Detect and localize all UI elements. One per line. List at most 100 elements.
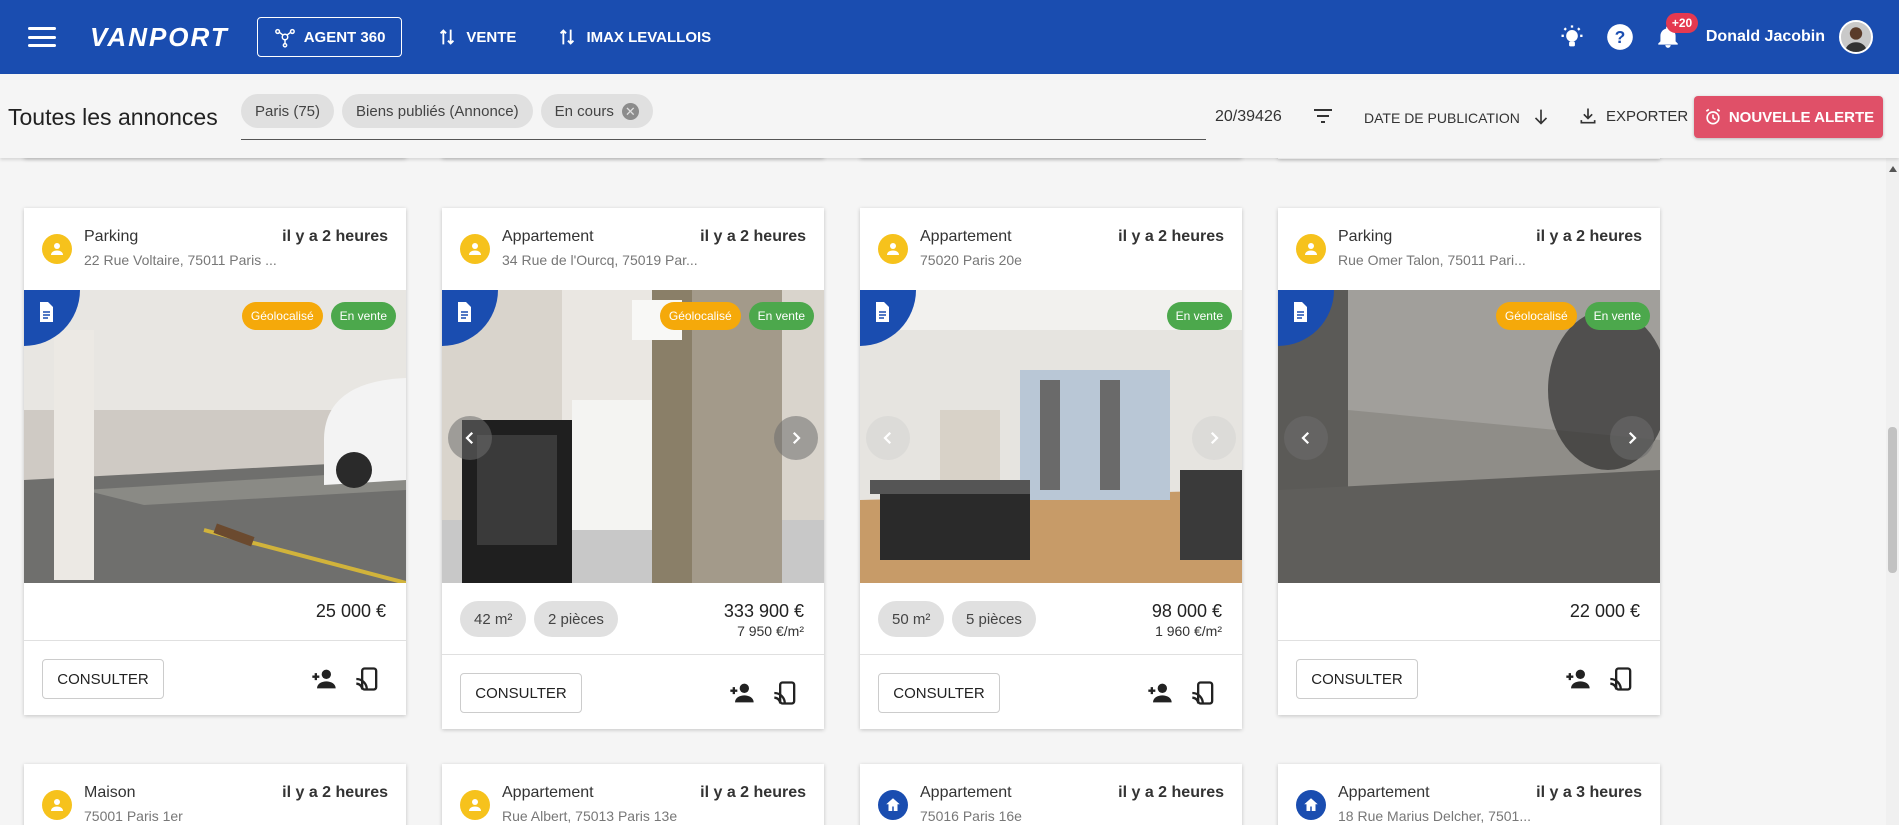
- carousel-prev-button[interactable]: [1284, 416, 1328, 460]
- cast-icon[interactable]: [1608, 665, 1636, 693]
- listing-type: Appartement: [920, 228, 1012, 245]
- document-icon[interactable]: [1288, 300, 1312, 324]
- cast-icon[interactable]: [1190, 679, 1218, 707]
- listing-time: il y a 2 heures: [1536, 228, 1642, 245]
- notification-badge: +20: [1665, 13, 1699, 33]
- nav-imax-levallois-button[interactable]: IMAX LEVALLOIS: [540, 17, 727, 57]
- home-icon: [878, 790, 908, 820]
- svg-text:?: ?: [1615, 27, 1626, 47]
- export-button[interactable]: EXPORTER: [1578, 106, 1688, 126]
- filter-chips-field[interactable]: Paris (75) Biens publiés (Annonce) En co…: [241, 94, 1206, 140]
- notifications-icon[interactable]: +20: [1654, 13, 1699, 51]
- scroll-up-icon[interactable]: [1889, 166, 1897, 172]
- listing-address: Rue Omer Talon, 75011 Pari...: [1338, 252, 1526, 268]
- parking-photo: [1278, 290, 1660, 583]
- listing-card[interactable]: Appartement 75020 Paris 20e il y a 2 heu…: [860, 208, 1242, 729]
- person-icon: [1296, 234, 1326, 264]
- listing-photo[interactable]: Géolocalisé En vente: [24, 290, 406, 583]
- listing-type: Appartement: [502, 228, 594, 245]
- geolocated-badge: Géolocalisé: [659, 302, 741, 330]
- document-icon[interactable]: [452, 300, 476, 324]
- person-icon: [42, 790, 72, 820]
- listing-card[interactable]: Maison 75001 Paris 1er il y a 2 heures: [24, 764, 406, 825]
- consult-button[interactable]: CONSULTER: [460, 673, 582, 713]
- listing-photo[interactable]: Géolocalisé En vente: [442, 290, 824, 583]
- user-avatar[interactable]: [1839, 20, 1873, 54]
- person-icon: [460, 234, 490, 264]
- chip-label: Biens publiés (Annonce): [356, 102, 519, 120]
- carousel-next-button[interactable]: [1192, 416, 1236, 460]
- listing-price: 22 000 €: [1569, 601, 1640, 621]
- listing-address: 75001 Paris 1er: [84, 808, 183, 824]
- app-logo[interactable]: VANPORT: [90, 22, 229, 53]
- listing-time: il y a 2 heures: [282, 784, 388, 801]
- results-count: 20/39426: [1215, 108, 1282, 125]
- listing-time: il y a 2 heures: [1118, 228, 1224, 245]
- for-sale-badge: En vente: [748, 302, 814, 330]
- new-alert-button[interactable]: NOUVELLE ALERTE: [1694, 96, 1883, 138]
- sort-by-date-button[interactable]: DATE DE PUBLICATION: [1364, 110, 1520, 126]
- filter-list-icon[interactable]: [1311, 104, 1335, 128]
- consult-button[interactable]: CONSULTER: [1296, 659, 1418, 699]
- filter-bar: Toutes les annonces Paris (75) Biens pub…: [0, 74, 1899, 158]
- listing-address: 18 Rue Marius Delcher, 7501...: [1338, 808, 1531, 824]
- arrow-down-icon[interactable]: [1530, 106, 1552, 128]
- menu-icon[interactable]: [28, 27, 56, 47]
- consult-button[interactable]: CONSULTER: [878, 673, 1000, 713]
- carousel-next-button[interactable]: [1610, 416, 1654, 460]
- living-room-photo: [860, 290, 1242, 583]
- listing-type: Maison: [84, 784, 136, 801]
- nav-vente-button[interactable]: VENTE: [420, 17, 532, 57]
- nav-agent-360-label: AGENT 360: [303, 28, 386, 46]
- help-icon[interactable]: ?: [1606, 23, 1634, 51]
- add-person-icon[interactable]: [1564, 665, 1592, 693]
- listing-card[interactable]: Appartement 34 Rue de l'Ourcq, 75019 Par…: [442, 208, 824, 729]
- listing-card[interactable]: Parking Rue Omer Talon, 75011 Pari... il…: [1278, 208, 1660, 715]
- parking-photo: [24, 290, 406, 583]
- cast-icon[interactable]: [772, 679, 800, 707]
- listing-address: Rue Albert, 75013 Paris 13e: [502, 808, 678, 824]
- carousel-prev-button[interactable]: [866, 416, 910, 460]
- nav-vente-label: VENTE: [466, 28, 517, 46]
- listing-type: Appartement: [1338, 784, 1430, 801]
- price-per-m2: 1 960 €/m²: [1155, 623, 1222, 639]
- listing-photo[interactable]: Géolocalisé En vente: [1278, 290, 1660, 583]
- home-icon: [1296, 790, 1326, 820]
- filter-chip[interactable]: En cours ✕: [540, 94, 653, 128]
- surface-chip: 42 m²: [460, 601, 527, 637]
- carousel-next-button[interactable]: [774, 416, 818, 460]
- listing-price: 25 000 €: [315, 601, 386, 621]
- rooms-chip: 2 pièces: [534, 601, 618, 637]
- agent-network-icon: [274, 28, 295, 48]
- geolocated-badge: Géolocalisé: [241, 302, 323, 330]
- cast-icon[interactable]: [354, 665, 382, 693]
- listing-address: 22 Rue Voltaire, 75011 Paris ...: [84, 252, 277, 268]
- consult-button[interactable]: CONSULTER: [42, 659, 164, 699]
- lightbulb-icon[interactable]: [1558, 23, 1586, 51]
- add-person-icon[interactable]: [310, 665, 338, 693]
- add-person-icon[interactable]: [728, 679, 756, 707]
- chip-close-icon[interactable]: ✕: [621, 102, 639, 120]
- listing-price: 98 000 €: [1151, 601, 1222, 621]
- listing-type: Parking: [84, 228, 139, 245]
- listing-card[interactable]: Parking 22 Rue Voltaire, 75011 Paris ...…: [24, 208, 406, 715]
- filter-chip[interactable]: Biens publiés (Annonce): [342, 94, 533, 128]
- carousel-prev-button[interactable]: [448, 416, 492, 460]
- listing-address: 75020 Paris 20e: [920, 252, 1022, 268]
- user-name[interactable]: Donald Jacobin: [1706, 28, 1825, 46]
- rooms-chip: 5 pièces: [952, 601, 1036, 637]
- person-icon: [878, 234, 908, 264]
- listing-card[interactable]: Appartement 18 Rue Marius Delcher, 7501.…: [1278, 764, 1660, 825]
- listing-card[interactable]: Appartement Rue Albert, 75013 Paris 13e …: [442, 764, 824, 825]
- listing-photo[interactable]: En vente: [860, 290, 1242, 583]
- listing-address: 75016 Paris 16e: [920, 808, 1022, 824]
- person-icon: [42, 234, 72, 264]
- add-person-icon[interactable]: [1146, 679, 1174, 707]
- listing-card[interactable]: Appartement 75016 Paris 16e il y a 2 heu…: [860, 764, 1242, 825]
- nav-agent-360-button[interactable]: AGENT 360: [256, 17, 403, 57]
- listing-type: Parking: [1338, 228, 1393, 245]
- document-icon[interactable]: [870, 300, 894, 324]
- filter-chip[interactable]: Paris (75): [241, 94, 335, 128]
- document-icon[interactable]: [34, 300, 58, 324]
- scrollbar-thumb[interactable]: [1888, 427, 1897, 573]
